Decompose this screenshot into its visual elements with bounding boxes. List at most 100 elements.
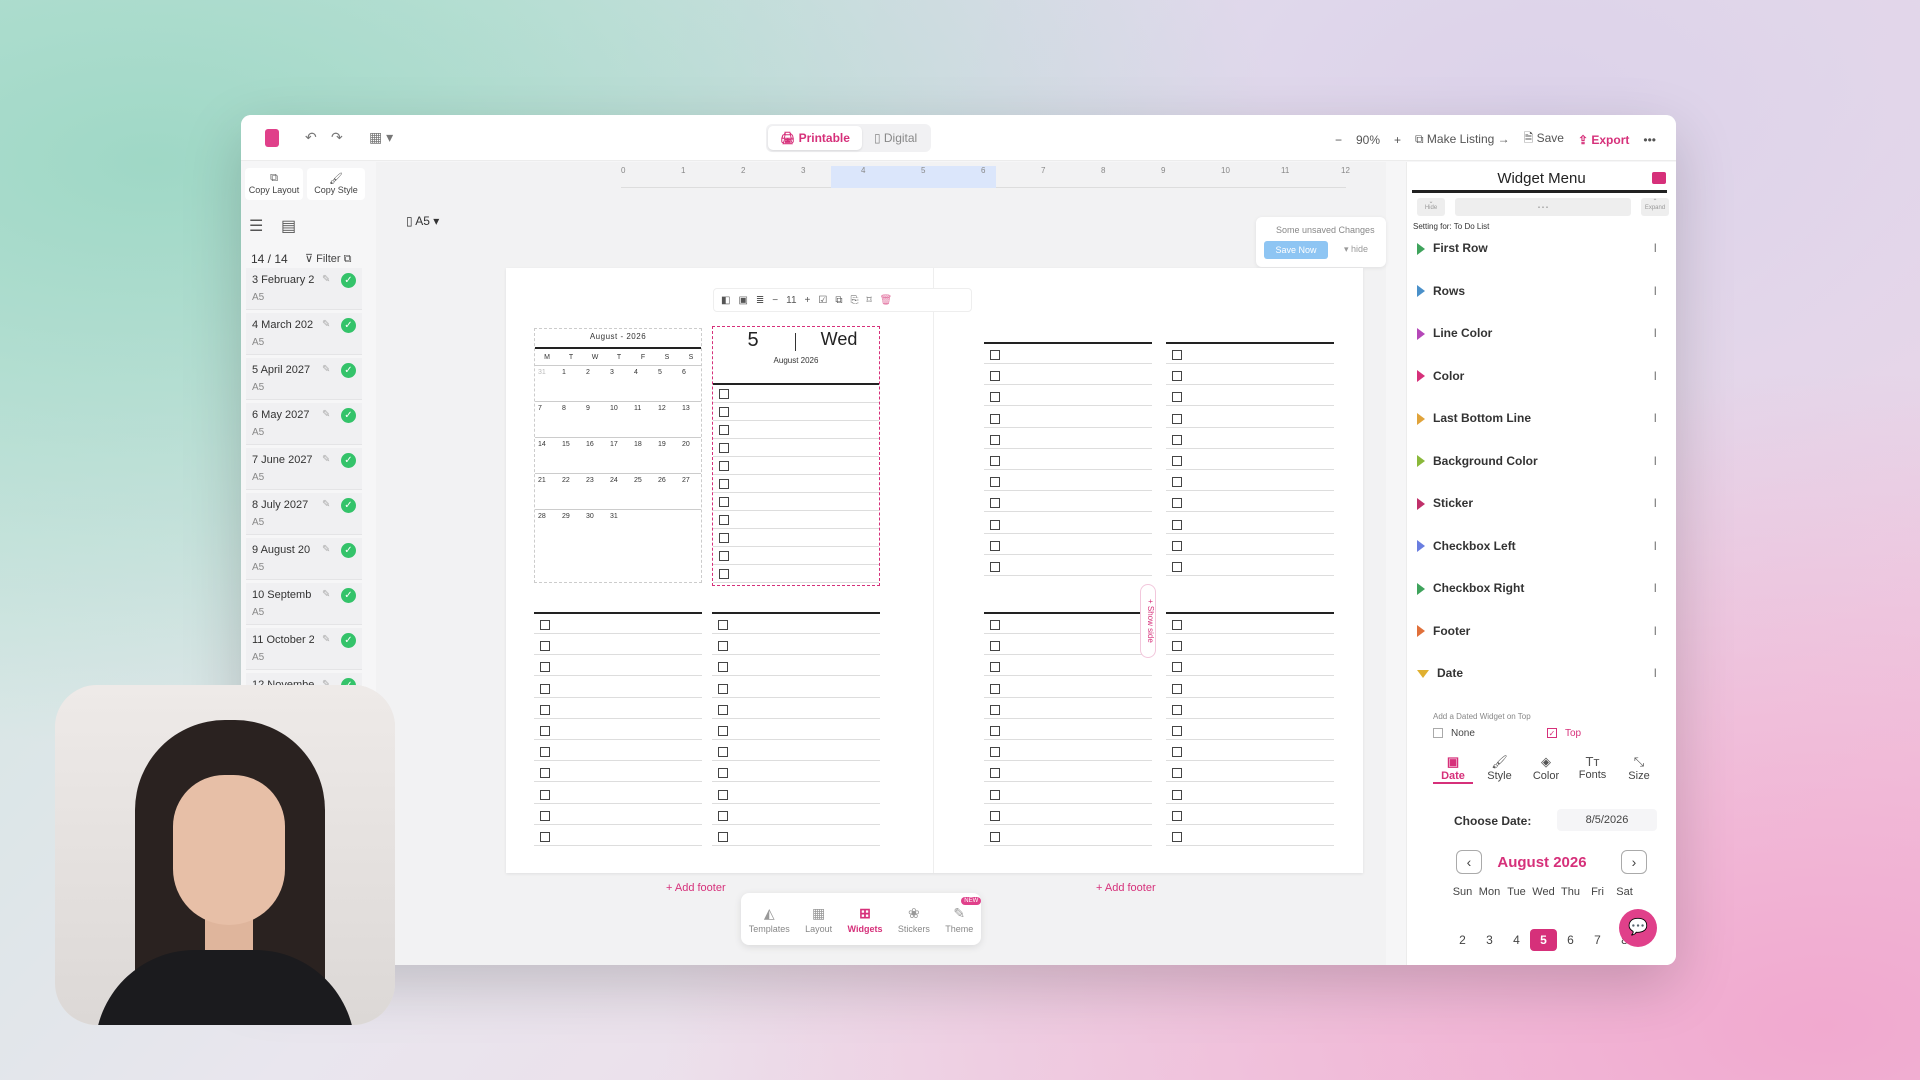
todo-checkbox[interactable] [718,768,728,779]
bookmark-icon[interactable]: ⌑ [866,295,871,306]
prev-month-button[interactable]: ‹ [1456,850,1482,874]
zoom-out-button[interactable]: − [1335,133,1342,147]
page-list-item[interactable]: 10 Septemb A5 ✎ ✓ [246,583,362,625]
more-options-icon[interactable]: ••• [1643,133,1656,147]
dated-todo-widget[interactable]: 5 Wed August 2026 [712,326,880,586]
edit-icon[interactable]: ✎ [322,634,330,645]
todo-checkbox[interactable] [540,704,550,715]
edit-icon[interactable]: ✎ [322,409,330,420]
todo-checkbox[interactable] [719,407,729,417]
todo-checkbox[interactable] [990,540,1000,551]
hide-panel-button[interactable]: ⌄ Hide [1417,198,1445,216]
todo-list-widget[interactable] [712,612,880,862]
todo-checkbox[interactable] [719,569,729,579]
none-checkbox[interactable] [1433,728,1443,739]
todo-checkbox[interactable] [719,515,729,525]
edit-icon[interactable]: ✎ [322,274,330,285]
todo-list-widget[interactable] [1166,612,1334,862]
todo-checkbox[interactable] [540,768,550,779]
date-tab-date[interactable]: ▣ Date [1433,754,1473,784]
todo-checkbox[interactable] [718,704,728,715]
todo-checkbox[interactable] [1172,413,1182,424]
widget-menu-item[interactable]: Color I [1417,369,1657,389]
widget-menu-item[interactable]: Checkbox Right I [1417,581,1657,601]
todo-checkbox[interactable] [990,726,1000,736]
page-list-item[interactable]: 3 February 2 A5 ✎ ✓ [246,268,362,310]
todo-checkbox[interactable] [990,641,1000,652]
todo-checkbox[interactable] [718,620,728,630]
date-tab-color[interactable]: ◈ Color [1526,754,1566,782]
todo-checkbox[interactable] [719,551,729,561]
edit-icon[interactable]: ✎ [322,589,330,600]
page-list-item[interactable]: 8 July 2027 A5 ✎ ✓ [246,493,362,535]
date-tab-style[interactable]: 🖌 Style [1480,754,1520,782]
grid-view-icon[interactable]: ▤ [281,216,296,236]
show-side-button[interactable]: + Show side [1140,584,1156,658]
todo-checkbox[interactable] [1172,704,1182,715]
text-cursor-icon[interactable]: I [1654,496,1657,510]
delete-icon[interactable]: 🗑 [880,295,893,306]
calendar-day[interactable]: 6 [1557,933,1584,947]
page-list-item[interactable]: 6 May 2027 A5 ✎ ✓ [246,403,362,445]
bottom-nav-stickers[interactable]: ❀ Stickers [898,905,930,934]
widget-menu-item[interactable]: First Row I [1417,241,1657,261]
edit-icon[interactable]: ✎ [322,319,330,330]
todo-checkbox[interactable] [718,832,728,842]
todo-checkbox[interactable] [990,413,1000,424]
todo-checkbox[interactable] [990,620,1000,630]
text-cursor-icon[interactable]: I [1654,539,1657,553]
todo-checkbox[interactable] [990,704,1000,715]
todo-checkbox[interactable] [990,371,1000,382]
copy-style-button[interactable]: 🖌 Copy Style [307,168,365,200]
date-tab-size[interactable]: ⤡ Size [1619,754,1659,782]
todo-checkbox[interactable] [1172,498,1182,509]
todo-checkbox[interactable] [1172,434,1182,445]
todo-checkbox[interactable] [1172,477,1182,488]
todo-checkbox[interactable] [990,477,1000,488]
todo-checkbox[interactable] [1172,789,1182,800]
panel-drag-handle[interactable]: ⋯ [1455,198,1631,216]
todo-checkbox[interactable] [990,434,1000,445]
todo-checkbox[interactable] [990,747,1000,758]
color-palette-icon[interactable]: ◧ [721,295,730,306]
top-checkbox[interactable]: ✓ [1547,728,1557,739]
text-cursor-icon[interactable]: I [1654,454,1657,468]
todo-checkbox[interactable] [718,726,728,736]
todo-checkbox[interactable] [719,443,729,453]
todo-checkbox[interactable] [990,392,1000,403]
todo-checkbox[interactable] [540,789,550,800]
edit-icon[interactable]: ✎ [322,499,330,510]
todo-checkbox[interactable] [718,641,728,652]
export-button[interactable]: ⇪ Export [1578,133,1629,147]
text-cursor-icon[interactable]: I [1654,241,1657,255]
bottom-nav-theme[interactable]: ✎ Theme NEW [945,896,982,934]
text-cursor-icon[interactable]: I [1654,369,1657,383]
todo-checkbox[interactable] [719,425,729,435]
hide-popup-button[interactable]: ▾ hide [1344,244,1368,255]
todo-checkbox[interactable] [1172,832,1182,842]
redo-icon[interactable]: ↷ [331,129,343,146]
todo-checkbox[interactable] [990,768,1000,779]
todo-checkbox[interactable] [719,389,729,399]
zoom-in-button[interactable]: + [1394,133,1401,147]
mini-calendar-widget[interactable]: August - 2026 M T W T F S S 31 1 2 3 4 5 6 7 8 9 10 11 12 13… [534,328,702,583]
make-listing-button[interactable]: ⧉ Make Listing → [1415,132,1510,147]
todo-checkbox[interactable] [718,683,728,694]
todo-checkbox[interactable] [1172,392,1182,403]
todo-checkbox[interactable] [540,810,550,821]
widget-menu-item[interactable]: Checkbox Left I [1417,539,1657,559]
page-list-item[interactable]: 5 April 2027 A5 ✎ ✓ [246,358,362,400]
todo-checkbox[interactable] [1172,540,1182,551]
todo-checkbox[interactable] [719,461,729,471]
add-footer-left-button[interactable]: + Add footer [666,882,726,894]
todo-checkbox[interactable] [718,789,728,800]
todo-checkbox[interactable] [1172,768,1182,779]
todo-checkbox[interactable] [1172,726,1182,736]
list-view-icon[interactable]: ☰ [249,216,263,236]
widget-menu-item[interactable]: Sticker I [1417,496,1657,516]
increase-icon[interactable]: + [805,295,811,306]
todo-checkbox[interactable] [540,662,550,673]
duplicate-icon[interactable]: ⧉ [835,295,842,306]
todo-checkbox[interactable] [540,683,550,694]
chat-support-button[interactable]: 💬 [1619,909,1657,947]
